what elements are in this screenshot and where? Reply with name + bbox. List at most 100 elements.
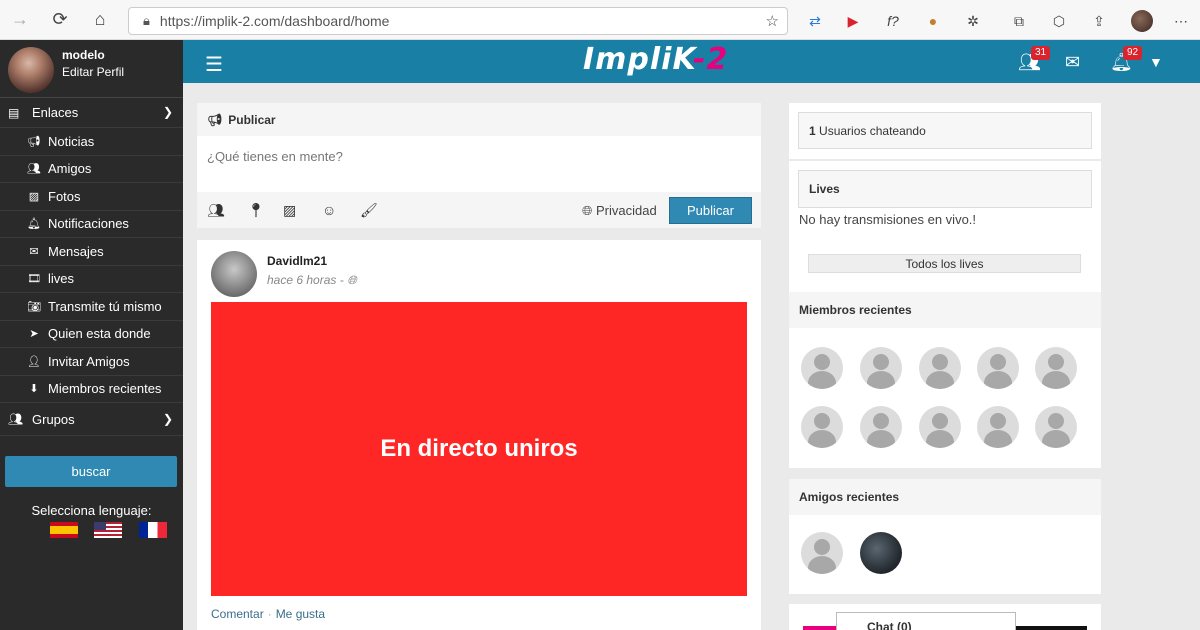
sidebar-item-fotos[interactable]: ▨ Fotos — [0, 183, 183, 211]
like-link[interactable]: Me gusta — [276, 607, 325, 621]
megaphone-icon: 📢︎ — [207, 112, 223, 127]
map-marker-icon[interactable]: 📍︎ — [247, 202, 265, 219]
menu-section-label: Grupos — [32, 411, 75, 427]
camera-icon: 📷︎ — [27, 300, 41, 313]
sidebar-item-invitar-amigos[interactable]: 👤︎ Invitar Amigos — [0, 348, 183, 376]
recent-members-card: Miembros recientes — [789, 292, 1101, 468]
reload-icon[interactable]: ⟳ — [40, 0, 80, 40]
cookie-extension-icon[interactable]: ● — [922, 10, 944, 32]
recent-friends-title: Amigos recientes — [789, 479, 1101, 515]
users-icon: 👥︎ — [27, 163, 41, 176]
logo-part1: ImpliK — [583, 42, 694, 77]
post-timestamp: hace 6 horas - 🌐︎ — [267, 273, 357, 288]
member-avatar[interactable] — [977, 406, 1019, 448]
paint-brush-icon[interactable]: 🖌︎ — [360, 202, 378, 219]
post-media-text: En directo uniros — [380, 435, 578, 462]
sidebar-item-noticias[interactable]: 📢︎ Noticias — [0, 128, 183, 156]
share-icon[interactable]: ⇪ — [1088, 10, 1110, 32]
friend-avatar[interactable] — [801, 532, 843, 574]
privacy-selector[interactable]: 🌐︎ Privacidad — [582, 203, 657, 219]
lives-empty-text: No hay transmisiones en vivo.! — [799, 212, 977, 227]
flag-france-icon[interactable] — [139, 522, 167, 538]
sidebar-item-quien-esta-donde[interactable]: ➤ Quien esta donde — [0, 321, 183, 348]
friend-avatar[interactable] — [860, 532, 902, 574]
chatting-users-card: 1 Usuarios chateando — [789, 103, 1101, 159]
sidebar-item-mensajes[interactable]: ✉ Mensajes — [0, 238, 183, 266]
url-text: https://implik-2.com/dashboard/home — [159, 13, 390, 29]
sidebar-item-miembros-recientes[interactable]: ⬇ Miembros recientes — [0, 376, 183, 403]
friend-requests-icon[interactable]: 👥︎ 31 — [1018, 46, 1051, 73]
sidebar-item-amigos[interactable]: 👥︎ Amigos — [0, 156, 183, 183]
collections-icon[interactable]: ⧉ — [1008, 10, 1030, 32]
video-extension-icon[interactable]: ▶ — [842, 10, 864, 32]
member-avatar[interactable] — [977, 347, 1019, 389]
site-header: ☰ ImpliK-2 👥︎ 31 ✉ 🔔︎ 92 ▼ — [183, 40, 1200, 83]
film-icon: 🎞︎ — [27, 273, 41, 286]
notifications-bell-icon[interactable]: 🔔︎ 92 — [1110, 46, 1143, 73]
browser-profile-avatar[interactable] — [1131, 10, 1153, 32]
chat-label: Chat (0) — [867, 620, 912, 630]
photo-icon[interactable]: ▨ — [283, 202, 296, 219]
home-icon[interactable]: ⌂ — [80, 0, 120, 40]
member-avatar[interactable] — [1035, 406, 1077, 448]
menu-section-label: Enlaces — [32, 105, 79, 120]
post-media[interactable]: En directo uniros — [211, 302, 747, 596]
back-arrow-icon[interactable]: → — [0, 0, 40, 40]
privacy-label: Privacidad — [596, 203, 657, 218]
avatar[interactable] — [8, 47, 54, 93]
more-menu-icon[interactable]: ⋯ — [1170, 10, 1192, 32]
media-strip-left — [803, 626, 837, 630]
sidebar-item-notificaciones[interactable]: 🔔︎ Notificaciones — [0, 211, 183, 238]
user-plus-icon: 👤︎ — [27, 355, 41, 368]
chatting-users-box[interactable]: 1 Usuarios chateando — [798, 112, 1092, 149]
envelope-icon: ✉ — [29, 245, 39, 258]
lives-title: Lives — [798, 170, 1092, 208]
flag-spain-icon[interactable] — [50, 522, 78, 538]
messages-envelope-icon[interactable]: ✉ — [1065, 52, 1080, 73]
image-icon: ▨ — [28, 190, 40, 203]
chat-users-count: 1 — [809, 123, 816, 138]
extensions-puzzle-icon[interactable]: ✲ — [962, 10, 984, 32]
bell-icon: 🔔︎ — [27, 218, 41, 231]
emoji-smile-icon[interactable]: ☺ — [322, 202, 336, 218]
chat-users-label: Usuarios chateando — [819, 123, 926, 138]
chevron-down-icon: ❯ — [162, 412, 173, 426]
megaphone-icon: 📢︎ — [27, 135, 41, 148]
shield-extension-icon[interactable]: ⬡ — [1048, 10, 1070, 32]
site-logo[interactable]: ImpliK-2 — [583, 42, 728, 77]
users-group-icon: 👥︎ — [8, 412, 24, 426]
all-lives-button[interactable]: Todos los lives — [808, 254, 1081, 273]
avatar[interactable] — [211, 251, 257, 297]
user-name[interactable]: modelo — [62, 48, 105, 62]
translate-extension-icon[interactable]: ⇄ — [804, 10, 826, 32]
address-bar[interactable]: 🔒︎ https://implik-2.com/dashboard/home ☆ — [128, 7, 788, 35]
publish-button[interactable]: Publicar — [669, 197, 752, 224]
favorite-star-icon[interactable]: ☆ — [766, 12, 779, 30]
edit-profile-link[interactable]: Editar Perfil — [62, 65, 124, 79]
search-button[interactable]: buscar — [5, 456, 177, 487]
chat-tab[interactable]: Chat (0) — [836, 612, 1016, 630]
menu-section-links[interactable]: ▤ Enlaces ❯ — [0, 98, 183, 128]
tag-friends-icon[interactable]: 👥︎ — [207, 202, 225, 219]
menu-section-groups[interactable]: 👥︎ Grupos ❯ — [0, 403, 183, 436]
sidebar: modelo Editar Perfil ▤ Enlaces ❯ 📢︎ Notic… — [0, 40, 183, 630]
sidebar-item-transmite[interactable]: 📷︎ Transmite tú mismo — [0, 293, 183, 321]
member-avatar[interactable] — [919, 406, 961, 448]
recent-friends-card: Amigos recientes — [789, 479, 1101, 594]
font-extension-icon[interactable]: f? — [882, 10, 904, 32]
member-avatar[interactable] — [801, 347, 843, 389]
flag-usa-icon[interactable] — [94, 522, 122, 538]
member-avatar[interactable] — [801, 406, 843, 448]
caret-down-icon[interactable]: ▼ — [1149, 54, 1163, 70]
media-strip-right — [1015, 626, 1087, 630]
publish-textarea[interactable]: ¿Qué tienes en mente? — [207, 149, 343, 164]
member-avatar[interactable] — [860, 347, 902, 389]
publish-toolbar: 👥︎ 📍︎ ▨ ☺ 🖌︎ 🌐︎ Privacidad Publicar — [197, 192, 761, 228]
member-avatar[interactable] — [919, 347, 961, 389]
comment-link[interactable]: Comentar — [211, 607, 264, 621]
menu-hamburger-icon[interactable]: ☰ — [205, 52, 223, 77]
sidebar-item-lives[interactable]: 🎞︎ lives — [0, 266, 183, 293]
member-avatar[interactable] — [1035, 347, 1077, 389]
post-author[interactable]: Davidlm21 — [267, 254, 327, 268]
member-avatar[interactable] — [860, 406, 902, 448]
